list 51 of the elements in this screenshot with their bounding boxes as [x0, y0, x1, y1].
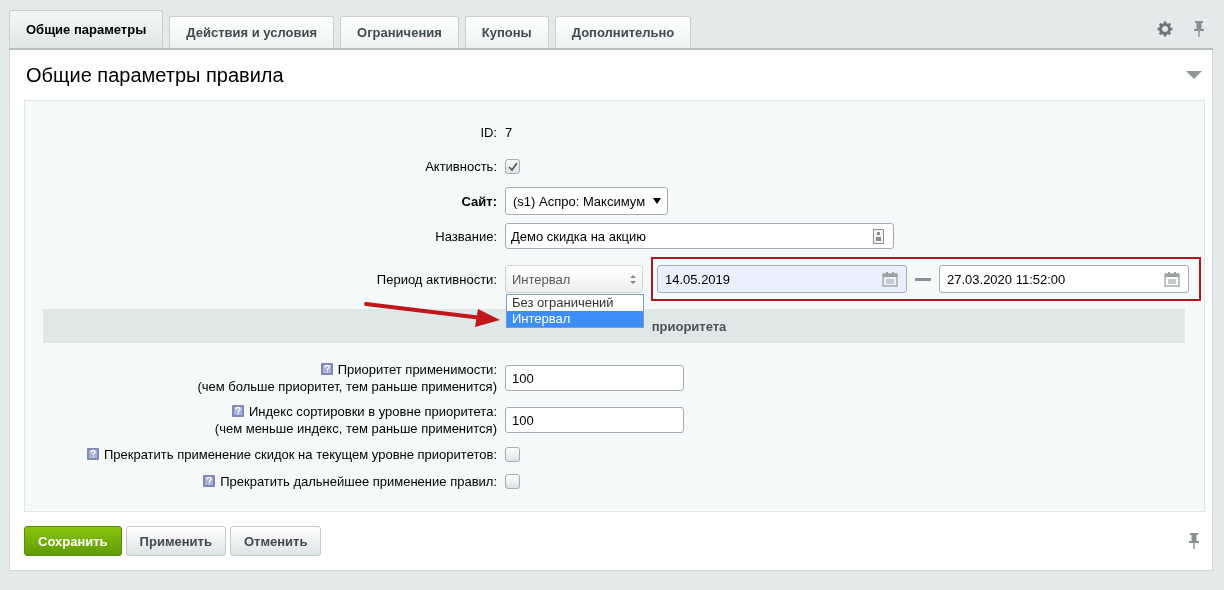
field-value: 7 — [505, 124, 514, 140]
help-icon[interactable] — [232, 405, 244, 417]
panel-title: Общие параметры правила — [25, 63, 284, 87]
select-value: Интервал — [512, 271, 571, 287]
date-field[interactable]: 27.03.2020 11:52:00 — [939, 265, 1189, 293]
check-icon — [506, 160, 519, 172]
checkbox[interactable] — [505, 158, 520, 174]
field-hint: (чем меньше индекс, тем раньше применится) — [213, 420, 497, 437]
tab[interactable]: Действия и условия — [169, 16, 335, 48]
calendar-icon[interactable] — [882, 271, 898, 287]
pin-icon[interactable] — [1193, 21, 1205, 37]
field-value: 27.03.2020 11:52:00 — [947, 271, 1066, 287]
dropdown-option[interactable]: Без ограничений — [507, 295, 643, 311]
field-label: Прекратить применение скидок на текущем уровне приоритетов: — [103, 447, 497, 462]
field-label: Название: — [434, 228, 497, 244]
checkbox[interactable] — [505, 474, 520, 489]
collapse-icon[interactable] — [1186, 71, 1202, 79]
calendar-icon[interactable] — [1164, 271, 1180, 287]
pin-icon[interactable] — [1188, 533, 1200, 549]
tab[interactable]: Общие параметры — [9, 10, 164, 48]
tab[interactable]: Ограничения — [340, 16, 459, 48]
help-icon[interactable] — [86, 448, 99, 460]
field-label: ID: — [479, 124, 497, 140]
field-value: 100 — [512, 412, 534, 428]
field-label: Активность: — [424, 158, 497, 174]
caret-icon — [653, 198, 662, 204]
date-field[interactable]: 14.05.2019 — [657, 265, 907, 293]
field-value: 100 — [512, 370, 534, 386]
number-field[interactable]: 100 — [505, 365, 684, 391]
site-select[interactable]: (s1) Аспро: Максимум — [505, 187, 669, 215]
button[interactable]: Отменить — [229, 526, 322, 556]
settings-icon[interactable] — [1157, 21, 1173, 37]
field-label: Период активности: — [375, 271, 497, 287]
field-value: Демо скидка на акцию — [511, 228, 647, 244]
tab[interactable]: Купоны — [464, 16, 549, 48]
help-icon[interactable] — [203, 475, 216, 487]
name-field[interactable]: Демо скидка на акцию — [505, 223, 894, 249]
field-label: Сайт: — [460, 193, 497, 209]
number-field[interactable]: 100 — [505, 407, 684, 433]
select-value: (s1) Аспро: Максимум — [513, 193, 646, 209]
field-label: Прекратить дальнейшее применение правил: — [220, 474, 497, 489]
button[interactable]: Применить — [125, 526, 226, 556]
tab[interactable]: Дополнительно — [554, 16, 692, 48]
spinner-icon — [630, 274, 636, 284]
field-hint: (чем больше приоритет, тем раньше применится) — [196, 378, 497, 395]
section-title: приоритета — [651, 318, 727, 334]
field-value: 14.05.2019 — [665, 271, 731, 287]
field-label: Индекс сортировки в уровне приоритета: — [249, 404, 497, 419]
checkbox[interactable] — [505, 447, 520, 462]
help-icon[interactable] — [320, 363, 333, 375]
field-label: Приоритет применимости: — [337, 362, 497, 377]
